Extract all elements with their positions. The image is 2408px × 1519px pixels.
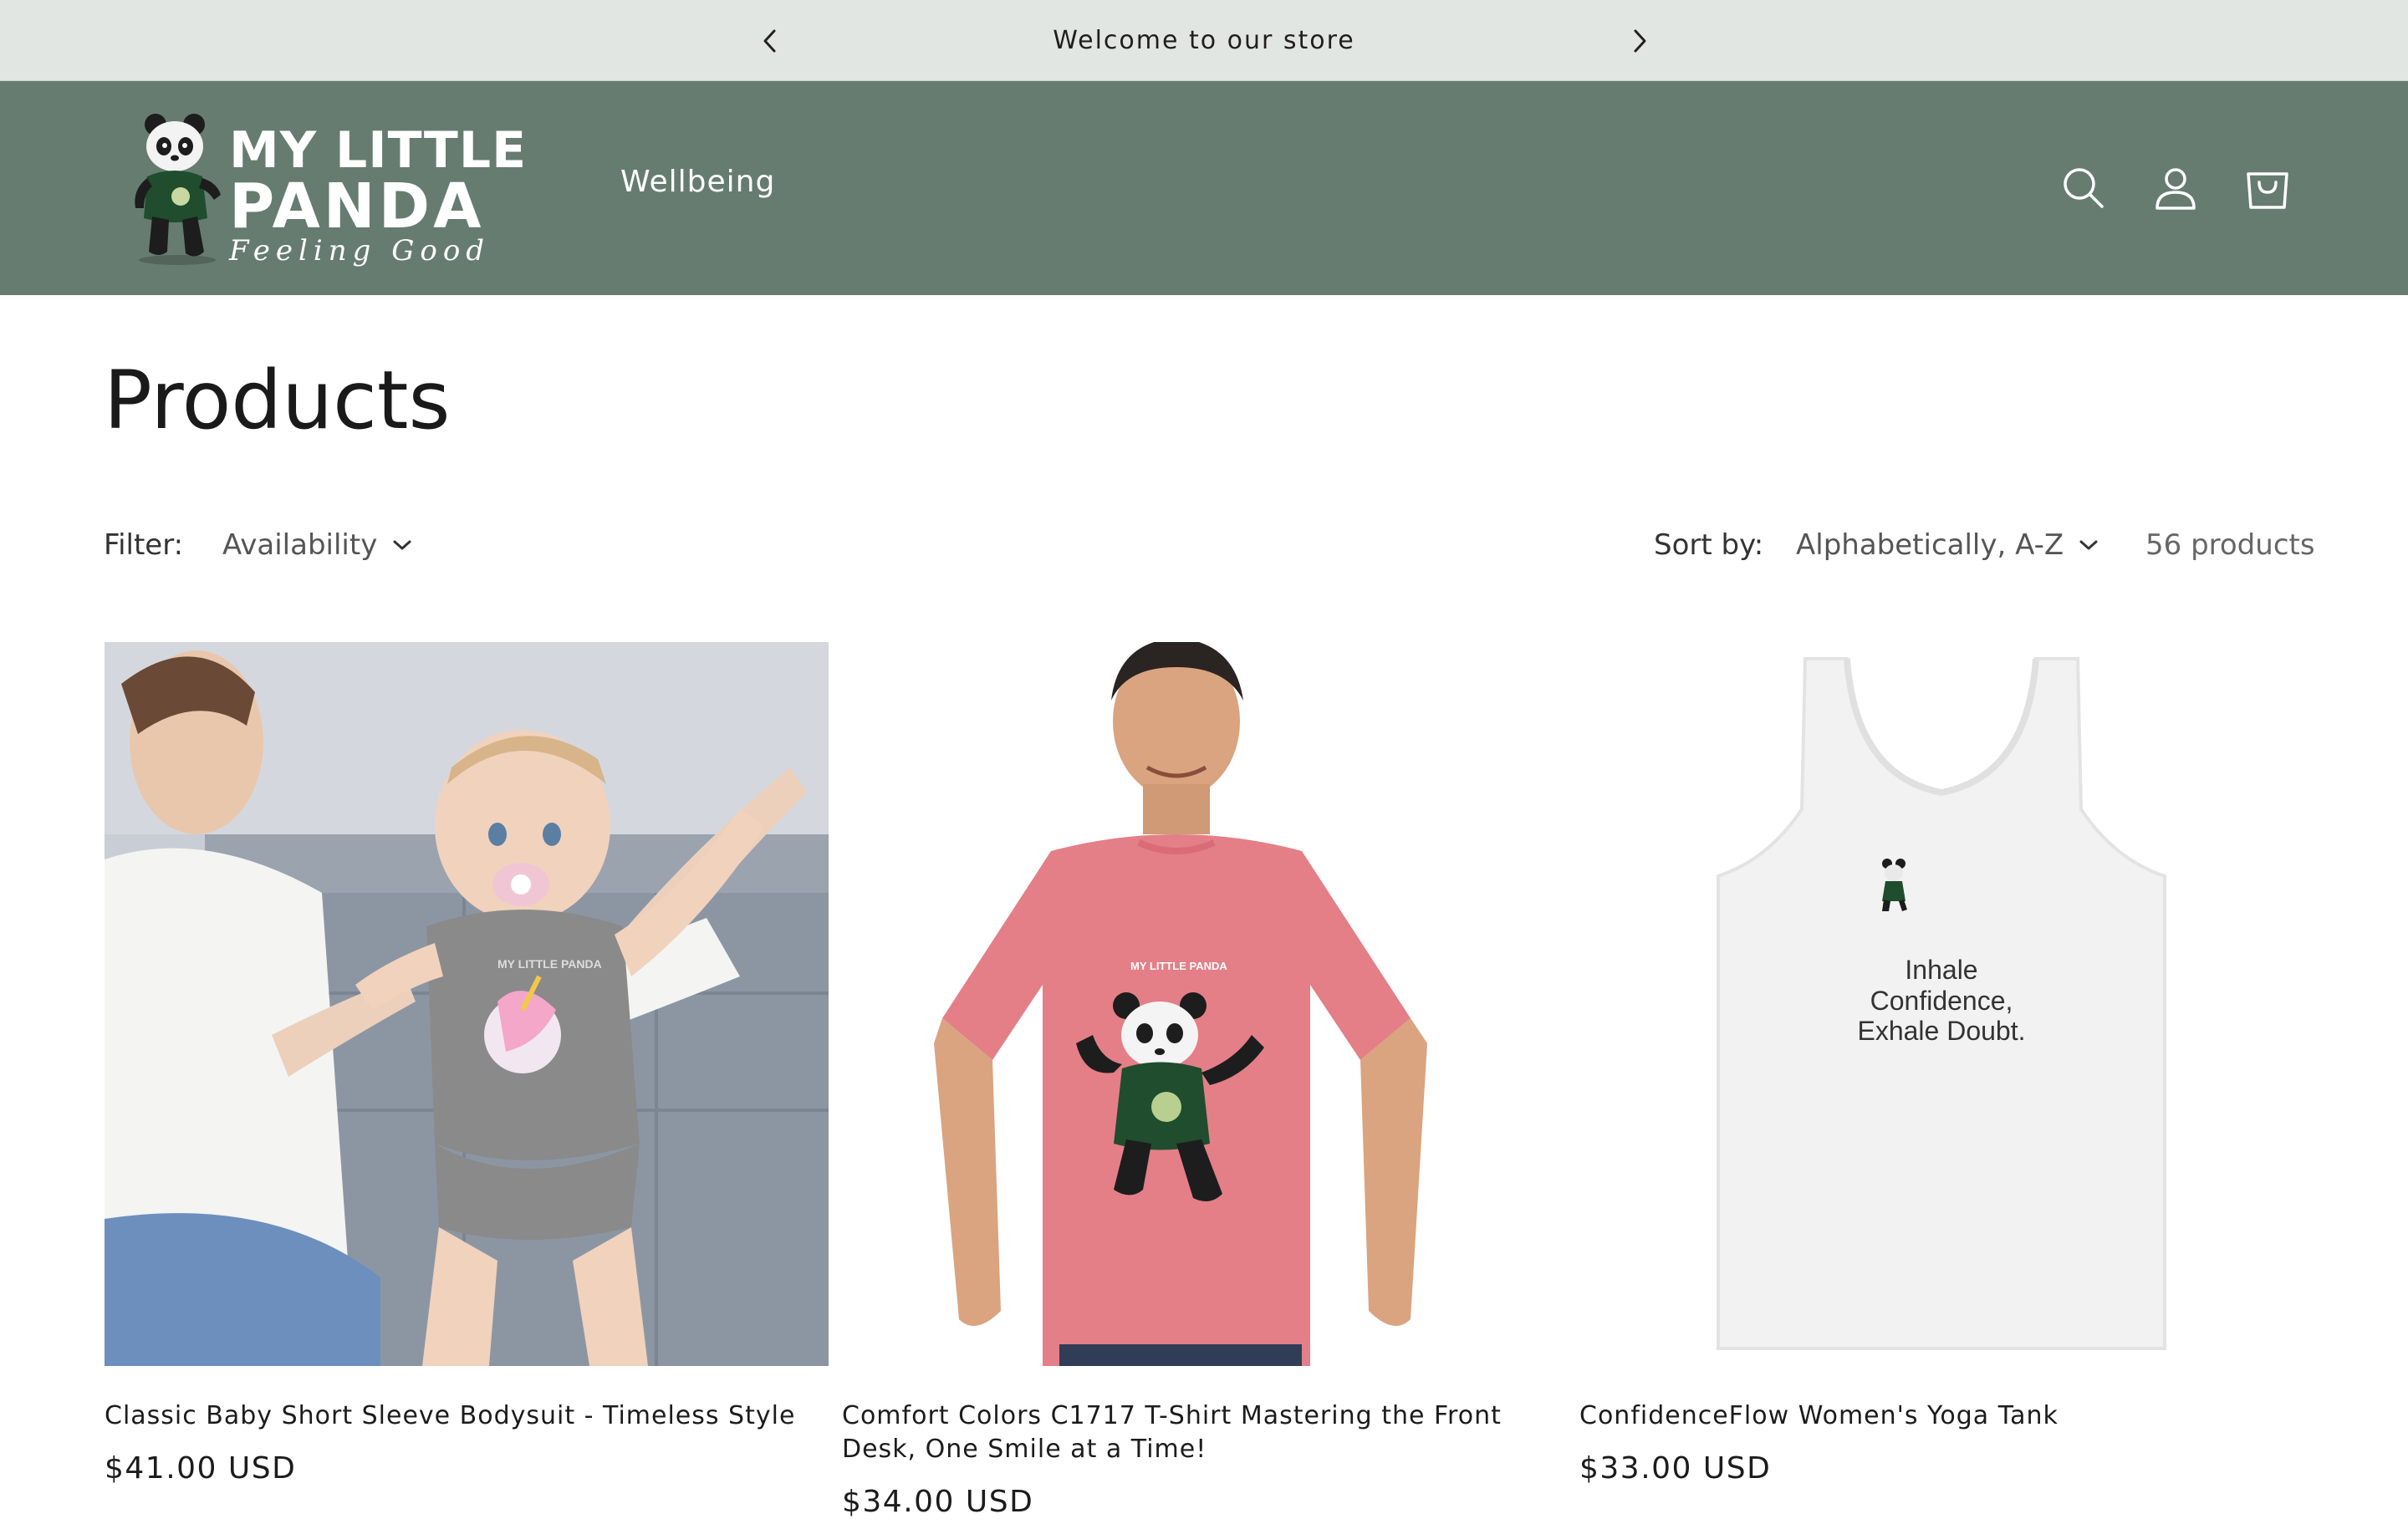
tshirt-print-text: MY LITTLE PANDA xyxy=(1130,960,1227,972)
filter-label: Filter: xyxy=(104,528,184,562)
search-icon xyxy=(2064,168,2104,208)
product-photo-pink-tshirt: MY LITTLE PANDA xyxy=(842,642,1566,1366)
announcement-bar: Welcome to our store xyxy=(0,0,2408,81)
product-count: 56 products xyxy=(2145,528,2315,562)
store-logo-link[interactable]: MY LITTLE PANDA Feeling Good xyxy=(124,110,528,268)
product-price: $33.00 USD xyxy=(1579,1451,1772,1486)
cart-icon xyxy=(2247,172,2288,209)
product-title[interactable]: ConfidenceFlow Women's Yoga Tank xyxy=(1579,1399,2303,1433)
product-image[interactable]: MY LITTLE PANDA xyxy=(842,642,1566,1366)
product-image[interactable]: Inhale Confidence, Exhale Doubt. xyxy=(1579,642,2303,1366)
cart-button[interactable] xyxy=(2239,160,2296,217)
availability-filter-label: Availability xyxy=(222,528,378,562)
announcement-next-button[interactable] xyxy=(1619,20,1661,62)
tank-print-line3: Exhale Doubt. xyxy=(1857,1016,2025,1046)
product-card[interactable]: MY LITTLE PANDA Classic Baby Short Sleev… xyxy=(105,642,829,1505)
chevron-down-icon xyxy=(393,540,411,550)
sort-label: Sort by: xyxy=(1654,528,1764,562)
site-header: MY LITTLE PANDA Feeling Good Wellbeing xyxy=(0,81,2408,295)
product-photo-baby-bodysuit: MY LITTLE PANDA xyxy=(105,642,829,1366)
chevron-down-icon xyxy=(2079,540,2098,550)
bodysuit-print-text: MY LITTLE PANDA xyxy=(497,957,602,971)
announcement-prev-button[interactable] xyxy=(749,20,791,62)
page-title: Products xyxy=(104,354,451,447)
account-icon xyxy=(2155,168,2196,210)
product-card[interactable]: Inhale Confidence, Exhale Doubt. Confide… xyxy=(1579,642,2303,1505)
product-price: $34.00 USD xyxy=(842,1485,1034,1519)
chevron-left-icon xyxy=(763,29,776,53)
chevron-right-icon xyxy=(1634,29,1646,53)
tank-print-line2: Confidence, xyxy=(1870,986,2013,1016)
announcement-message: Welcome to our store xyxy=(1053,26,1355,55)
product-card[interactable]: MY LITTLE PANDA Comfort Colors C1717 T-S… xyxy=(842,642,1566,1519)
nav-link-wellbeing[interactable]: Wellbeing xyxy=(620,165,775,199)
availability-filter-dropdown[interactable]: Availability xyxy=(222,525,412,565)
search-button[interactable] xyxy=(2055,160,2112,217)
product-image[interactable]: MY LITTLE PANDA xyxy=(105,642,829,1366)
product-photo-yoga-tank: Inhale Confidence, Exhale Doubt. xyxy=(1579,642,2303,1366)
logo-text-line1: MY LITTLE xyxy=(229,121,528,180)
logo-tagline: Feeling Good xyxy=(229,234,491,268)
product-price: $41.00 USD xyxy=(105,1451,297,1486)
product-title[interactable]: Comfort Colors C1717 T-Shirt Mastering t… xyxy=(842,1399,1566,1466)
sort-selected-value: Alphabetically, A-Z xyxy=(1796,528,2064,562)
account-button[interactable] xyxy=(2147,160,2204,217)
tank-print-line1: Inhale xyxy=(1905,955,1977,985)
product-title[interactable]: Classic Baby Short Sleeve Bodysuit - Tim… xyxy=(105,1399,829,1433)
panda-mascot-logo xyxy=(135,114,221,265)
sort-select[interactable]: Alphabetically, A-Z xyxy=(1796,525,2099,565)
logo-text-line2: PANDA xyxy=(229,171,485,242)
